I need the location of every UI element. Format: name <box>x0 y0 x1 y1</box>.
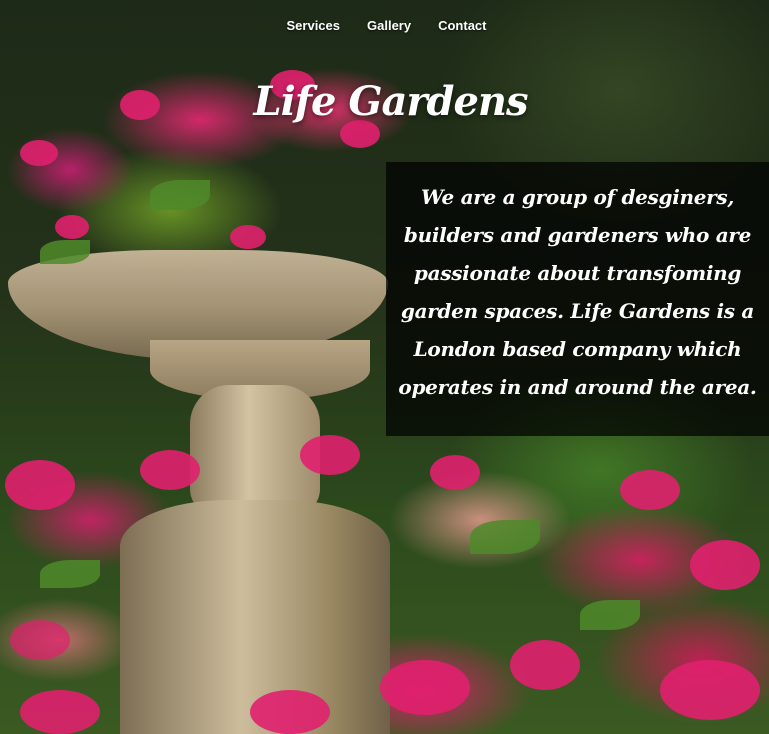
nav-link-services[interactable]: Services <box>287 18 341 33</box>
main-nav: Services Gallery Contact <box>0 18 769 33</box>
flower-cluster <box>140 450 200 490</box>
nav-link-gallery[interactable]: Gallery <box>367 18 411 33</box>
flower-cluster <box>620 470 680 510</box>
about-text: We are a group of desginers, builders an… <box>398 185 757 399</box>
flower-cluster <box>230 225 266 249</box>
flower-cluster <box>300 435 360 475</box>
fountain-base <box>120 500 390 734</box>
nav-link-contact[interactable]: Contact <box>438 18 486 33</box>
foliage <box>470 520 540 554</box>
foliage <box>40 560 100 588</box>
flower-cluster <box>660 660 760 720</box>
flower-cluster <box>430 455 480 490</box>
flower-cluster <box>55 215 89 239</box>
flower-cluster <box>250 690 330 734</box>
flower-cluster <box>510 640 580 690</box>
about-panel: We are a group of desginers, builders an… <box>386 162 769 436</box>
flower-cluster <box>380 660 470 715</box>
flower-cluster <box>10 620 70 660</box>
flower-cluster <box>20 690 100 734</box>
flower-cluster <box>5 460 75 510</box>
flower-cluster <box>20 140 58 166</box>
foliage <box>580 600 640 630</box>
foliage <box>150 180 210 210</box>
site-title: Life Gardens <box>253 78 528 125</box>
foliage <box>40 240 90 264</box>
flower-cluster <box>690 540 760 590</box>
page: Services Gallery Contact Life Gardens We… <box>0 0 769 734</box>
